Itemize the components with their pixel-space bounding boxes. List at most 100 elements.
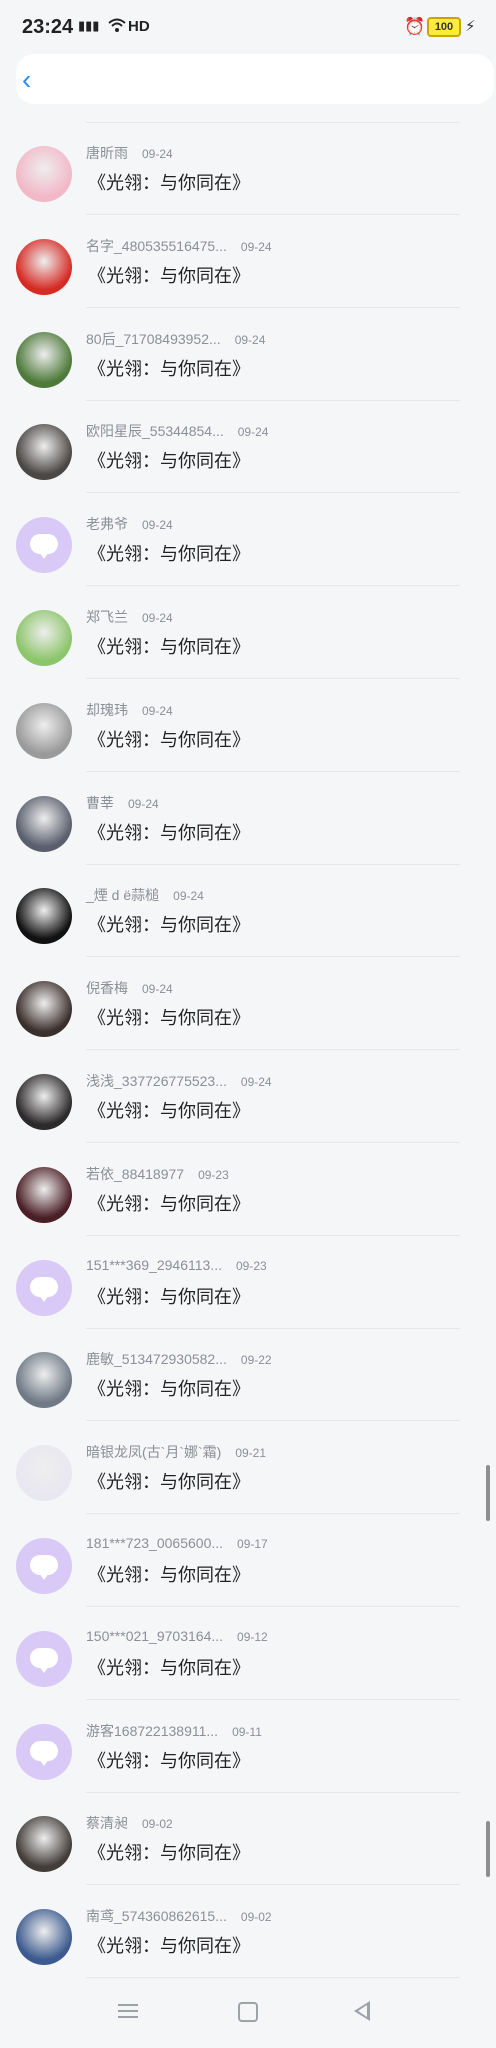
user-name[interactable]: 181***723_0065600... [86, 1535, 223, 1551]
avatar[interactable] [16, 702, 72, 759]
avatar[interactable] [16, 1909, 72, 1966]
comment-row[interactable]: 蔡清昶 09-02 《光翎：与你同在》 [0, 1793, 496, 1886]
comment-date: 09-24 [142, 147, 173, 161]
comment-row[interactable]: 暗银龙凤(古`月`娜`霜) 09-21 《光翎：与你同在》 [0, 1422, 496, 1515]
default-avatar-icon[interactable] [16, 1630, 72, 1687]
comment-row[interactable]: 80后_71708493952... 09-24 《光翎：与你同在》 [0, 309, 496, 401]
signal-icon: ▮▮▮ [78, 18, 100, 33]
comment-row[interactable]: 181***723_0065600... 09-17 《光翎：与你同在》 [0, 1515, 496, 1607]
default-avatar-icon[interactable] [16, 1723, 72, 1780]
avatar[interactable] [16, 888, 72, 945]
avatar[interactable] [16, 610, 72, 666]
comment-text: 《光翎：与你同在》 [88, 1750, 250, 1771]
avatar[interactable] [16, 1445, 72, 1502]
user-name[interactable]: 151***369_2946113... [86, 1257, 222, 1273]
avatar[interactable] [16, 238, 72, 295]
menu-icon[interactable] [118, 2004, 138, 2018]
comment-row[interactable]: 南鸢_574360862615... 09-02 《光翎：与你同在》 [0, 1886, 496, 1979]
comment-row[interactable]: 浅浅_337726775523... 09-24 《光翎：与你同在》 [0, 1051, 496, 1143]
comment-meta: 鹿敏_513472930582... 09-22 [86, 1349, 272, 1369]
user-name[interactable]: 鹿敏_513472930582... [86, 1351, 227, 1367]
comment-meta: 名字_480535516475... 09-24 [86, 236, 272, 256]
comment-row[interactable]: 150***021_9703164... 09-12 《光翎：与你同在》 [0, 1608, 496, 1700]
wifi-icon [108, 18, 126, 32]
avatar[interactable] [16, 1074, 72, 1130]
comment-meta: 曹莘 09-24 [86, 793, 159, 813]
comment-meta: 181***723_0065600... 09-17 [86, 1535, 268, 1551]
chat-bubble-icon [30, 534, 58, 560]
comment-date: 09-23 [235, 1258, 267, 1273]
comment-date: 09-24 [234, 332, 266, 347]
user-name[interactable]: 浅浅_337726775523... [86, 1073, 227, 1089]
user-name[interactable]: 唐昕雨 [86, 145, 128, 161]
default-avatar-icon[interactable] [16, 1259, 72, 1316]
comment-date: 09-24 [142, 982, 173, 997]
user-name[interactable]: _煙 d ë蒜槌 [86, 887, 159, 903]
comment-list[interactable]: 唐昕雨 09-24 《光翎：与你同在》 名字_480535516475... 09-24… [0, 108, 496, 1980]
user-name[interactable]: 老弗爷 [86, 516, 128, 532]
comment-text: 《光翎：与你同在》 [88, 637, 250, 657]
comment-meta: 郑飞兰 09-24 [86, 607, 173, 627]
comment-meta: 唐昕雨 09-24 [86, 143, 173, 163]
chat-bubble-icon [30, 1740, 58, 1766]
user-name[interactable]: 南鸢_574360862615... [86, 1908, 227, 1924]
avatar[interactable] [16, 1816, 72, 1873]
user-name[interactable]: 若依_88418977 [86, 1166, 184, 1182]
comment-meta: 蔡清昶 09-02 [86, 1813, 173, 1833]
user-name[interactable]: 暗银龙凤(古`月`娜`霜) [86, 1444, 221, 1460]
avatar[interactable] [16, 424, 72, 481]
comment-row[interactable]: _煙 d ë蒜槌 09-24 《光翎：与你同在》 [0, 865, 496, 958]
comment-meta: 游客168722138911... 09-11 [86, 1721, 262, 1741]
comment-meta: 80后_71708493952... 09-24 [86, 329, 265, 349]
avatar[interactable] [16, 146, 72, 202]
comment-date: 09-17 [237, 1537, 268, 1551]
home-icon[interactable] [238, 2002, 258, 2022]
charging-icon: ⚡ [465, 18, 476, 35]
user-name[interactable]: 却瑰玮 [86, 702, 128, 718]
comment-row[interactable]: 游客168722138911... 09-11 《光翎：与你同在》 [0, 1701, 496, 1793]
scrollbar-thumb[interactable] [486, 1465, 490, 1522]
user-name[interactable]: 欧阳星辰_55344854... [86, 423, 224, 439]
comment-row[interactable]: 151***369_2946113... 09-23 《光翎：与你同在》 [0, 1237, 496, 1329]
battery-icon: 100 [427, 17, 461, 37]
back-icon[interactable]: ‹ [22, 66, 38, 94]
comment-row[interactable]: 曹莘 09-24 《光翎：与你同在》 [0, 773, 496, 865]
comment-row[interactable]: 倪香梅 09-24 《光翎：与你同在》 [0, 958, 496, 1051]
comment-text: 《光翎：与你同在》 [88, 1008, 250, 1029]
comment-row[interactable]: 却瑰玮 09-24 《光翎：与你同在》 [0, 680, 496, 772]
comment-text: 《光翎：与你同在》 [88, 173, 250, 193]
avatar[interactable] [16, 331, 72, 388]
comment-date: 09-23 [198, 1167, 229, 1182]
comment-row[interactable]: 老弗爷 09-24 《光翎：与你同在》 [0, 494, 496, 587]
comment-text: 《光翎：与你同在》 [88, 822, 250, 843]
scrollbar-thumb[interactable] [486, 1820, 490, 1877]
comment-text: 《光翎：与你同在》 [88, 1286, 250, 1307]
chat-bubble-icon [30, 1647, 58, 1673]
comment-text: 《光翎：与你同在》 [88, 1565, 250, 1585]
avatar[interactable] [16, 1166, 72, 1223]
comment-row[interactable]: 欧阳星辰_55344854... 09-24 《光翎：与你同在》 [0, 401, 496, 494]
comment-row[interactable]: 郑飞兰 09-24 《光翎：与你同在》 [0, 587, 496, 679]
user-name[interactable]: 郑飞兰 [86, 609, 128, 625]
avatar[interactable] [16, 795, 72, 852]
avatar[interactable] [16, 1352, 72, 1409]
default-avatar-icon[interactable] [16, 517, 72, 574]
user-name[interactable]: 80后_71708493952... [86, 331, 221, 347]
user-name[interactable]: 曹莘 [86, 795, 114, 811]
comment-row[interactable]: 鹿敏_513472930582... 09-22 《光翎：与你同在》 [0, 1329, 496, 1422]
default-avatar-icon[interactable] [16, 1538, 72, 1594]
comment-row[interactable]: 名字_480535516475... 09-24 《光翎：与你同在》 [0, 216, 496, 308]
user-name[interactable]: 倪香梅 [86, 980, 128, 996]
user-name[interactable]: 游客168722138911... [86, 1723, 218, 1739]
comment-meta: 倪香梅 09-24 [86, 978, 173, 998]
user-name[interactable]: 150***021_9703164... [86, 1628, 223, 1644]
user-name[interactable]: 蔡清昶 [86, 1815, 128, 1831]
avatar[interactable] [16, 981, 72, 1038]
comment-text: 《光翎：与你同在》 [88, 1101, 250, 1121]
user-name[interactable]: 名字_480535516475... [86, 238, 227, 254]
comment-row[interactable]: 若依_88418977 09-23 《光翎：与你同在》 [0, 1144, 496, 1236]
alarm-icon: ⏰ [404, 17, 426, 36]
comment-date: 09-24 [173, 889, 204, 904]
comment-text: 《光翎：与你同在》 [88, 544, 250, 565]
comment-row[interactable]: 唐昕雨 09-24 《光翎：与你同在》 [0, 123, 496, 215]
